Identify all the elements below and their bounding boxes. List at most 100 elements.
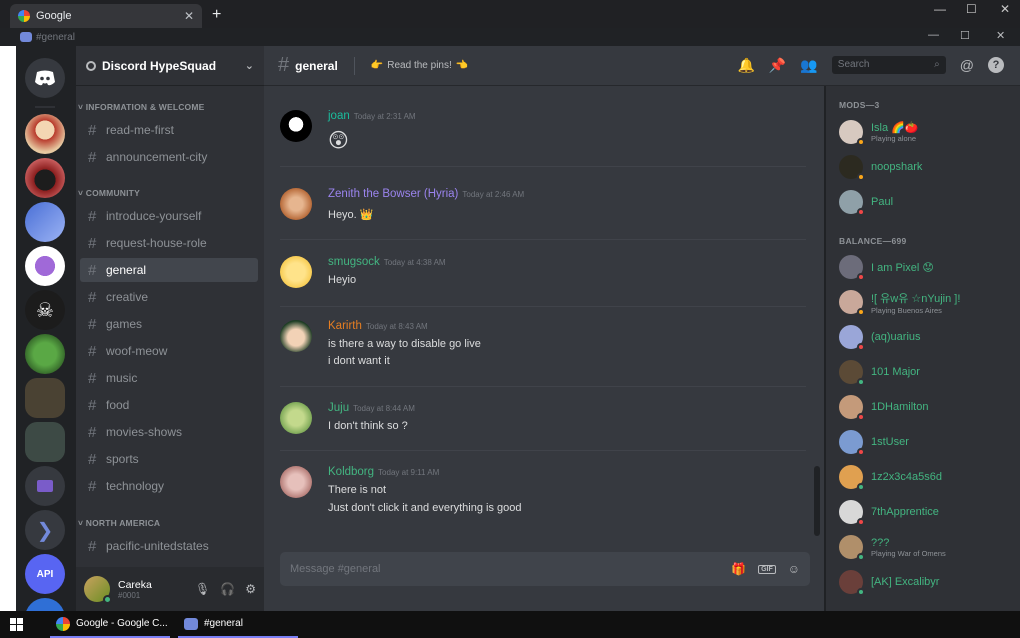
discord-close-button[interactable]: ✕ — [996, 29, 1005, 42]
avatar[interactable] — [280, 110, 312, 142]
discord-maximize-button[interactable]: ☐ — [960, 29, 970, 42]
avatar — [839, 290, 865, 316]
folder-icon[interactable] — [25, 466, 65, 506]
channel-sports[interactable]: # sports — [80, 447, 258, 471]
taskbar: Google - Google C... #general — [0, 611, 1020, 638]
message-author[interactable]: Karirth — [328, 320, 362, 332]
channel-technology[interactable]: # technology — [80, 474, 258, 498]
message-text: Just don't click it and everything is go… — [328, 502, 522, 514]
category-header[interactable]: ˅ INFORMATION & WELCOME — [78, 102, 205, 112]
new-tab-button[interactable]: + — [212, 6, 221, 24]
scrollbar[interactable] — [814, 466, 820, 536]
message-timestamp: Today at 8:43 AM — [365, 322, 428, 331]
gift-icon[interactable]: 🎁 — [731, 562, 746, 576]
server-icon[interactable] — [25, 334, 65, 374]
chrome-icon — [56, 616, 70, 631]
channel-pacific-unitedstates[interactable]: # pacific-unitedstates — [80, 534, 258, 558]
message-author[interactable]: smugsock — [328, 256, 380, 268]
member-item[interactable]: 1stUser — [839, 427, 1015, 457]
taskbar-discord-item[interactable]: #general — [178, 611, 298, 638]
channel-introduce-yourself[interactable]: # introduce-yourself — [80, 204, 258, 228]
channel-announcement-city[interactable]: # announcement-city — [80, 145, 258, 169]
member-item[interactable]: 1DHamilton — [839, 392, 1015, 422]
pin-icon[interactable]: 📌 — [769, 57, 786, 74]
server-icon[interactable] — [25, 598, 65, 611]
avatar[interactable] — [280, 466, 312, 498]
server-icon[interactable] — [25, 202, 65, 242]
browser-tab[interactable]: Google ✕ — [10, 4, 202, 28]
hash-icon: # — [88, 396, 97, 414]
member-activity: Playing Buenos Aires — [871, 305, 942, 315]
channel-general[interactable]: # general — [80, 258, 258, 282]
discord-home-button[interactable] — [25, 58, 65, 98]
status-dnd-icon — [857, 273, 865, 281]
gear-icon[interactable]: ⚙ — [245, 582, 256, 596]
mention-icon[interactable]: @ — [960, 57, 974, 73]
avatar[interactable] — [280, 188, 312, 220]
member-item[interactable]: 7thApprentice — [839, 497, 1015, 527]
server-icon[interactable]: ☠ — [25, 290, 65, 330]
api-server-icon[interactable]: API — [25, 554, 65, 594]
server-folder-icon[interactable] — [25, 378, 65, 418]
avatar[interactable] — [280, 402, 312, 434]
taskbar-chrome-item[interactable]: Google - Google C... — [50, 611, 170, 638]
member-list-icon[interactable]: 👥 — [800, 57, 817, 74]
server-icon[interactable] — [25, 114, 65, 154]
help-icon[interactable]: ? — [988, 57, 1004, 73]
gif-icon[interactable]: GIF — [758, 564, 776, 574]
avatar[interactable] — [280, 256, 312, 288]
message-author[interactable]: joan — [328, 110, 350, 122]
chevron-down-icon[interactable]: ⌄ — [245, 59, 254, 72]
channel-creative[interactable]: # creative — [80, 285, 258, 309]
avatar[interactable] — [280, 320, 312, 352]
hash-icon: # — [88, 121, 97, 139]
browser-close-button[interactable]: ✕ — [1000, 2, 1010, 16]
message-author[interactable]: Juju — [328, 402, 349, 414]
browser-maximize-button[interactable]: ☐ — [966, 2, 977, 16]
channel-games[interactable]: # games — [80, 312, 258, 336]
windows-start-icon[interactable] — [10, 618, 23, 631]
server-folder-icon[interactable] — [25, 422, 65, 462]
channel-movies-shows[interactable]: # movies-shows — [80, 420, 258, 444]
tab-close-icon[interactable]: ✕ — [184, 9, 194, 23]
member-item[interactable]: 1z2x3c4a5s6d — [839, 462, 1015, 492]
message-input[interactable]: Message #general 🎁 GIF ☺ — [280, 552, 810, 586]
member-item[interactable]: Isla 🌈🍅 Playing alone — [839, 117, 1015, 147]
server-name: Discord HypeSquad — [102, 58, 217, 73]
message-author[interactable]: Zenith the Bowser (Hyria) — [328, 188, 458, 200]
server-icon[interactable] — [25, 246, 65, 286]
member-item[interactable]: I am Pixel 😟 — [839, 252, 1015, 282]
status-online-icon — [857, 553, 865, 561]
member-item[interactable]: (aq)uarius — [839, 322, 1015, 352]
mute-microphone-icon[interactable]: 🎙 — [195, 582, 210, 596]
channel-food[interactable]: # food — [80, 393, 258, 417]
member-item[interactable]: Paul — [839, 187, 1015, 217]
category-header[interactable]: ˅ NORTH AMERICA — [78, 518, 160, 528]
chat-area: # general 👉 Read the pins! 👈 🔔 📌 👥 Searc… — [264, 46, 1020, 611]
search-input[interactable]: Search ⌕ — [831, 56, 946, 74]
emoji-picker-icon[interactable]: ☺ — [788, 562, 800, 576]
member-item[interactable]: noopshark — [839, 152, 1015, 182]
avatar[interactable] — [84, 576, 112, 604]
channel-read-me-first[interactable]: # read-me-first — [80, 118, 258, 142]
member-category: MODS—3 — [839, 100, 880, 110]
hypesquad-icon[interactable]: ❯ — [25, 510, 65, 550]
channel-request-house-role[interactable]: # request-house-role — [80, 231, 258, 255]
headphones-icon[interactable]: 🎧 — [220, 582, 235, 596]
member-item[interactable]: 101 Major — [839, 357, 1015, 387]
bell-icon[interactable]: 🔔 — [737, 57, 754, 74]
server-icon[interactable] — [25, 158, 65, 198]
google-icon — [18, 10, 30, 22]
server-header[interactable]: Discord HypeSquad ⌄ — [76, 46, 264, 86]
member-item[interactable]: ??? Playing War of Omens — [839, 532, 1015, 562]
hash-icon: # — [88, 369, 97, 387]
browser-minimize-button[interactable]: — — [934, 2, 946, 16]
discord-minimize-button[interactable]: — — [928, 29, 939, 41]
message-author[interactable]: Koldborg — [328, 466, 374, 478]
channel-music[interactable]: # music — [80, 366, 258, 390]
channel-woof-meow[interactable]: # woof-meow — [80, 339, 258, 363]
category-header[interactable]: ˅ COMMUNITY — [78, 188, 140, 198]
message-timestamp: Today at 4:38 AM — [383, 258, 446, 267]
member-item[interactable]: [AK] Excalibyr — [839, 567, 1015, 597]
member-item[interactable]: ![ 유w유 ☆nYujin ]! Playing Buenos Aires — [839, 287, 1015, 317]
